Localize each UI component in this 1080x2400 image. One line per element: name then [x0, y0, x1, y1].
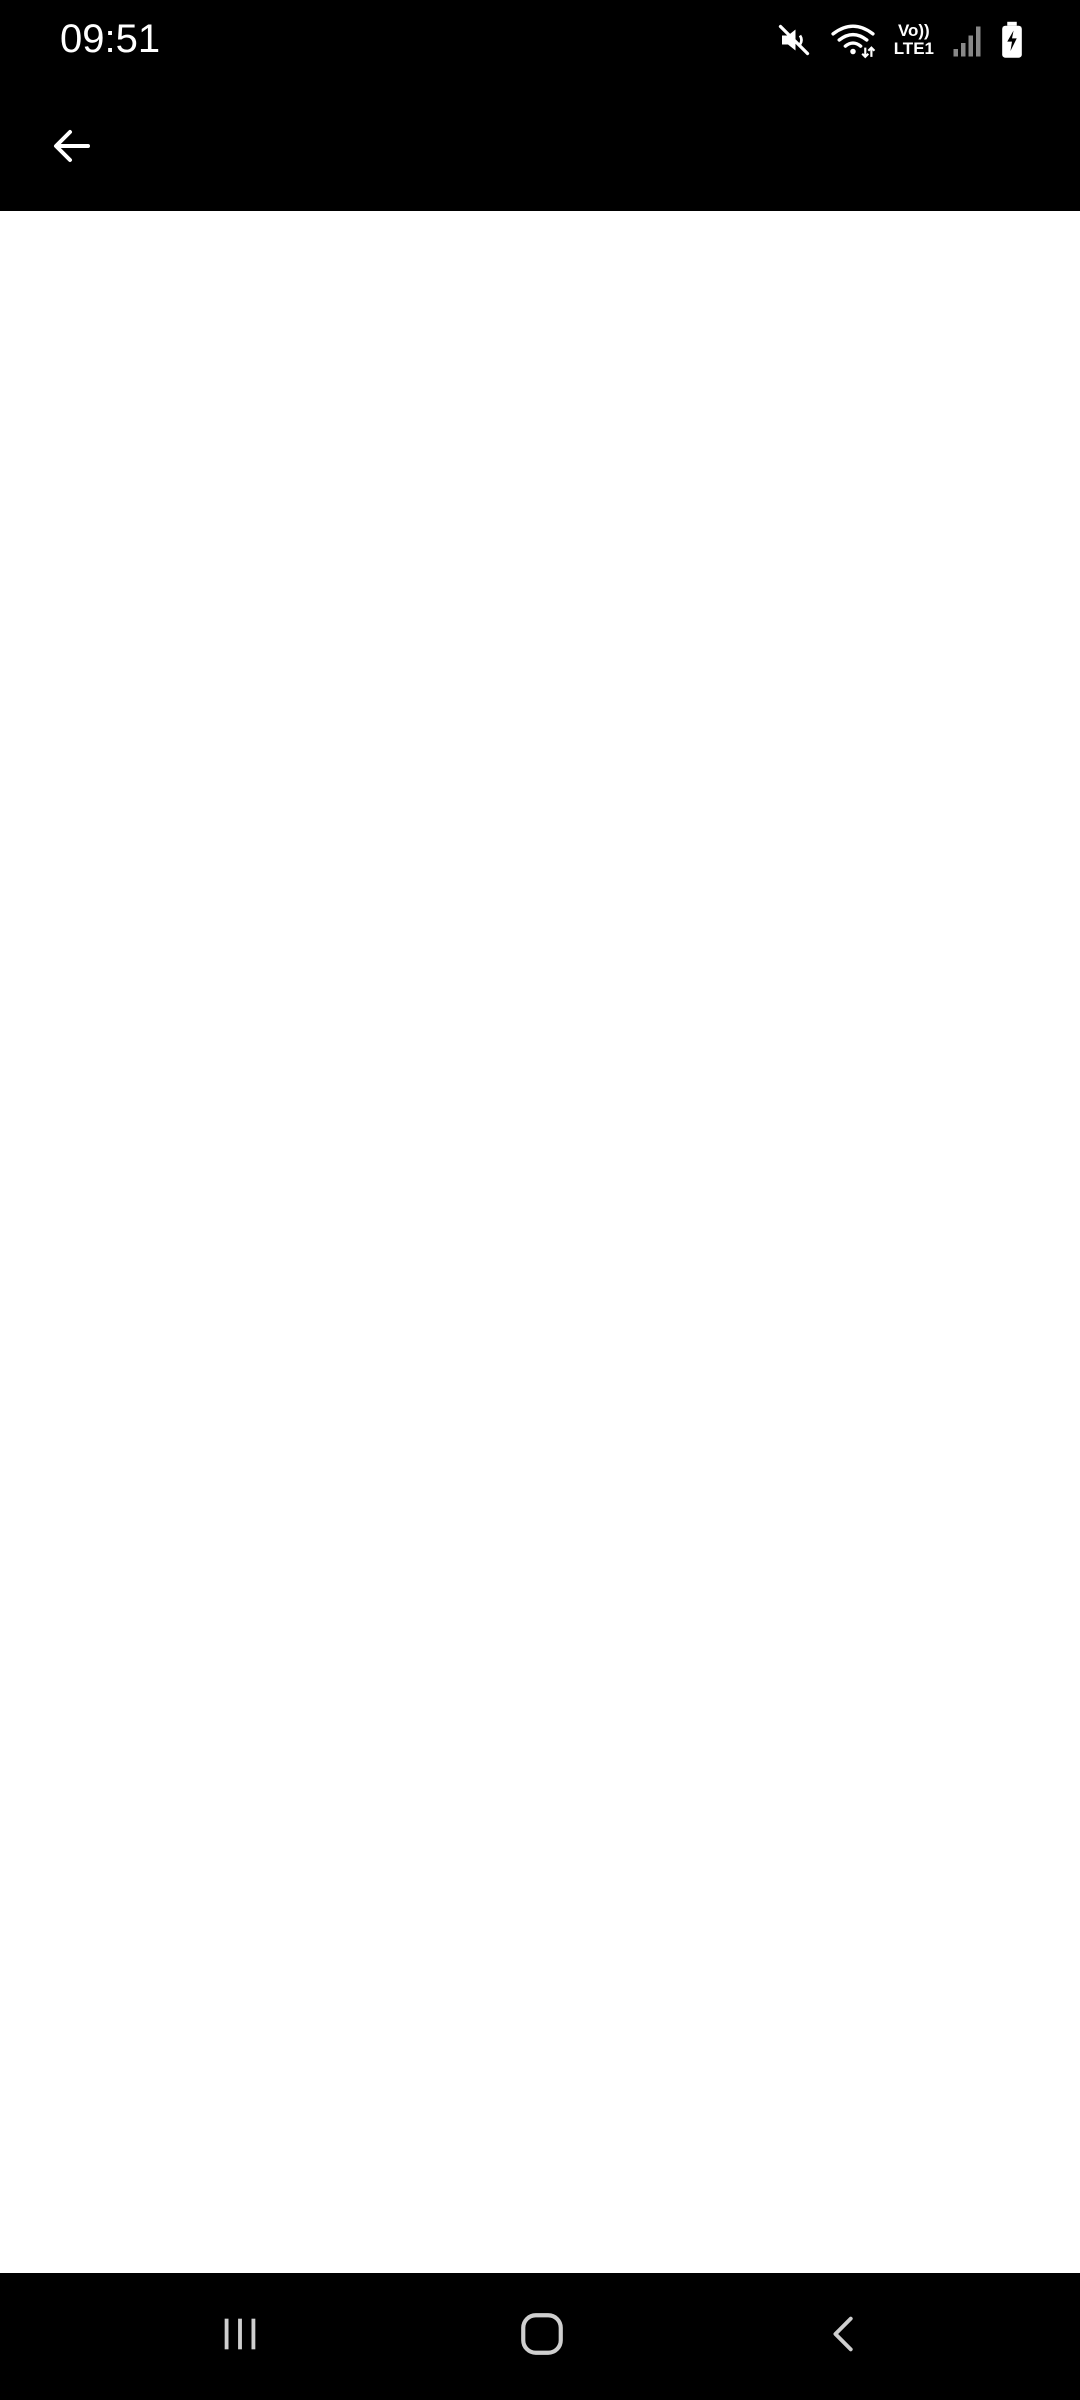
back-chevron-icon	[822, 2311, 868, 2362]
battery-charging-icon	[1000, 21, 1024, 59]
volte-icon: Vo)) LTE1	[894, 22, 934, 58]
wifi-icon	[830, 21, 876, 59]
recents-button[interactable]	[195, 2301, 285, 2371]
mute-icon	[776, 22, 812, 58]
back-button[interactable]	[40, 116, 104, 180]
status-time: 09:51	[60, 17, 161, 61]
nav-back-button[interactable]	[800, 2301, 890, 2371]
content-area	[0, 211, 1080, 2273]
arrow-left-icon	[48, 122, 96, 175]
status-bar: 09:51 Vo)) LTE1	[0, 0, 1080, 80]
app-bar	[0, 80, 1080, 211]
recents-icon	[217, 2311, 263, 2362]
volte-bottom-label: LTE1	[893, 39, 934, 58]
signal-icon	[952, 22, 982, 58]
status-icons: Vo)) LTE1	[776, 18, 1024, 62]
navigation-bar	[0, 2273, 1080, 2400]
volte-top-label: Vo))	[897, 21, 930, 40]
home-icon	[517, 2309, 567, 2364]
screen: 09:51 Vo)) LTE1	[0, 0, 1080, 2400]
home-button[interactable]	[497, 2301, 587, 2371]
